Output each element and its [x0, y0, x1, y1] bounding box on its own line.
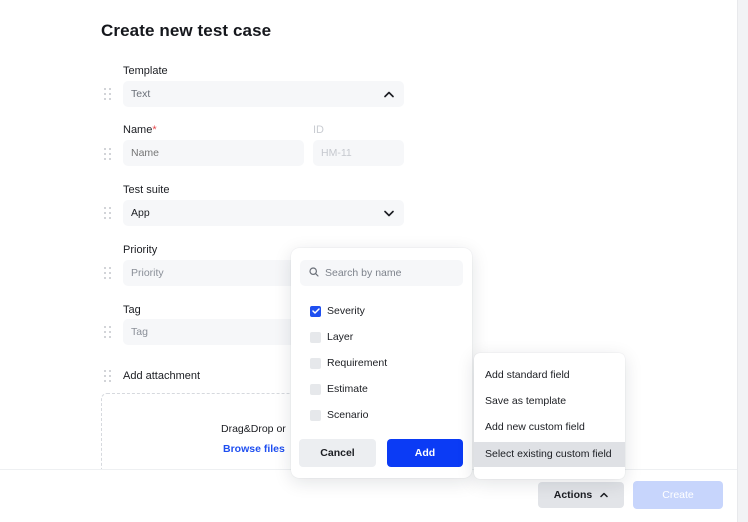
cancel-button[interactable]: Cancel [299, 439, 376, 467]
field-option-label: Layer [327, 331, 354, 343]
drag-handle-icon[interactable] [104, 370, 112, 382]
drag-handle-icon[interactable] [104, 88, 112, 100]
page-edge [737, 0, 748, 522]
checkbox[interactable] [310, 331, 321, 343]
field-option-requirement[interactable]: Requirement [310, 356, 387, 370]
field-option-label: Requirement [327, 357, 388, 369]
field-search[interactable] [300, 260, 463, 286]
chevron-down-icon [384, 200, 394, 226]
test-suite-value: App [131, 207, 150, 219]
menu-item-add-new-custom-field[interactable]: Add new custom field [474, 415, 625, 440]
add-button[interactable]: Add [387, 439, 463, 467]
template-label: Template [123, 65, 168, 77]
chevron-up-icon [384, 81, 394, 107]
checkbox[interactable] [310, 357, 321, 369]
checkbox[interactable] [310, 383, 321, 395]
browse-files-link[interactable]: Browse files [223, 443, 285, 455]
template-value: Text [131, 88, 151, 100]
drag-handle-icon[interactable] [104, 326, 112, 338]
search-icon [309, 264, 319, 282]
name-label: Name* [123, 124, 157, 136]
test-suite-label: Test suite [123, 184, 170, 196]
name-field[interactable] [123, 140, 304, 166]
test-suite-select[interactable]: App [123, 200, 404, 226]
checkbox-checked[interactable] [310, 305, 321, 317]
menu-item-select-existing-custom-field[interactable]: Select existing custom field [474, 442, 625, 467]
check-icon [311, 308, 320, 314]
drag-handle-icon[interactable] [104, 267, 112, 279]
field-option-scenario[interactable]: Scenario [310, 408, 368, 422]
field-option-layer[interactable]: Layer [310, 330, 353, 344]
id-label: ID [313, 124, 324, 136]
field-option-severity[interactable]: Severity [310, 304, 365, 318]
priority-label: Priority [123, 244, 158, 256]
tag-label: Tag [123, 304, 141, 316]
chevron-up-icon [600, 489, 608, 501]
field-search-input[interactable] [325, 267, 455, 279]
id-field: HM-11 [313, 140, 404, 166]
field-option-label: Scenario [327, 409, 369, 421]
menu-item-add-standard-field[interactable]: Add standard field [474, 363, 625, 388]
field-option-estimate[interactable]: Estimate [310, 382, 368, 396]
template-select[interactable]: Text [123, 81, 404, 107]
checkbox[interactable] [310, 409, 321, 421]
field-option-label: Estimate [327, 383, 368, 395]
drag-handle-icon[interactable] [104, 207, 112, 219]
menu-item-save-as-template[interactable]: Save as template [474, 389, 625, 414]
create-button[interactable]: Create [633, 481, 723, 509]
page-title: Create new test case [101, 21, 272, 40]
attachment-label: Add attachment [123, 370, 201, 382]
dropzone-text: Drag&Drop or [221, 423, 286, 435]
actions-label: Actions [553, 489, 593, 501]
drag-handle-icon[interactable] [104, 148, 112, 160]
name-input[interactable] [123, 140, 304, 166]
field-option-label: Severity [327, 305, 365, 317]
actions-button[interactable]: Actions [538, 482, 624, 508]
